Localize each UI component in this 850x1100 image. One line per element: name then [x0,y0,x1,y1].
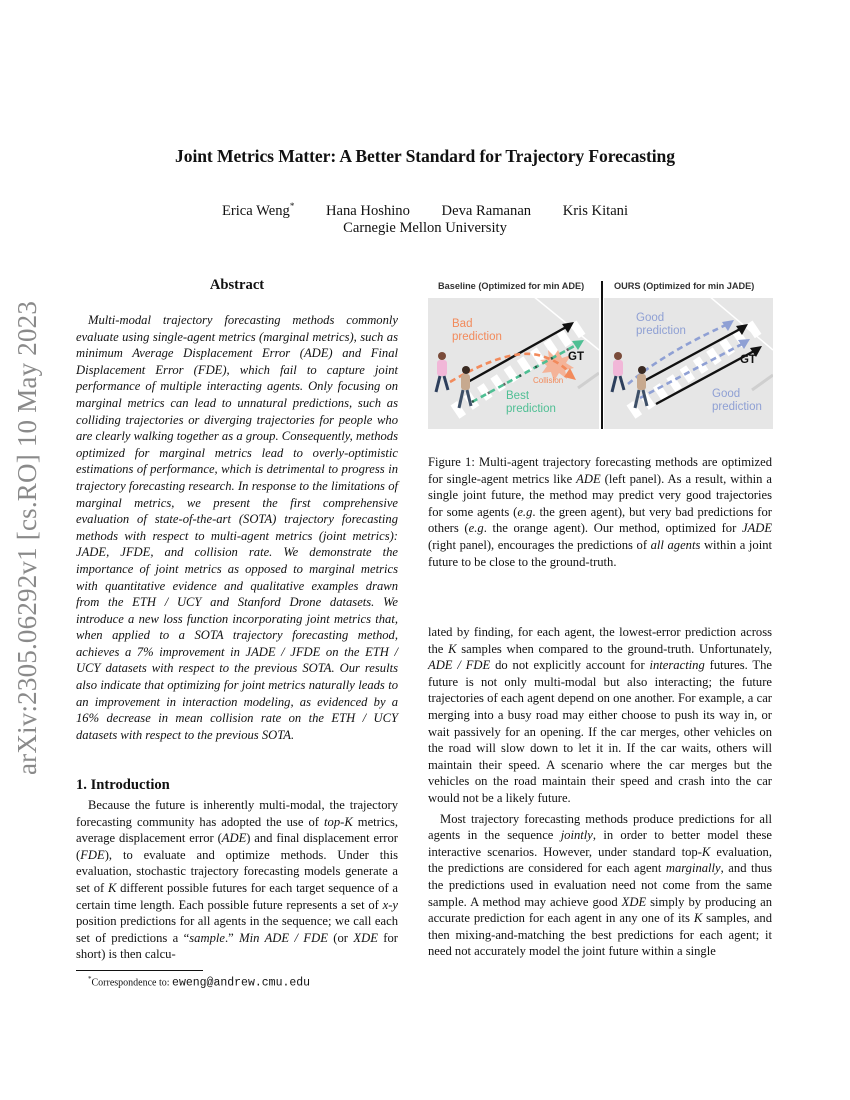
emphasis-text: sample [189,930,225,945]
emphasis-text: FDE [80,847,105,862]
emphasis-text: x-y [382,897,398,912]
good-prediction-label-top: Good prediction [636,312,686,337]
emphasis-text: K [448,641,457,656]
panel-title-ours: OURS (Optimized for min JADE) [614,281,755,291]
figure-1: Baseline (Optimized for min ADE) OURS (O… [428,281,773,429]
best-prediction-label: Best prediction [506,390,556,415]
caption-text: Figure 1: Multi-agent trajectory forecas… [428,454,772,570]
emphasis-text: e.g [517,504,533,519]
ours-panel: Good prediction GT Good prediction [604,298,773,429]
affiliation: Carnegie Mellon University [343,220,507,236]
emphasis-text: jointly [560,828,593,843]
body-text: do not explicitly account for [490,658,650,673]
emphasis-text: top-K [324,814,353,829]
emphasis-text: interacting [649,658,705,673]
emphasis-text: ADE [576,471,601,486]
emphasis-text: XDE [353,930,378,945]
body-text: .” [224,930,240,945]
figure-caption: Figure 1: Multi-agent trajectory forecas… [428,454,772,570]
emphasis-text: ADE [221,831,247,846]
pedestrian-pink-icon [434,352,450,393]
introduction-body-right: lated by finding, for each agent, the lo… [428,624,772,960]
author-name: Deva Ramanan [441,202,532,219]
body-text: samples when compared to the ground-trut… [456,641,772,656]
abstract-text: Multi-modal trajectory forecasting metho… [76,313,398,742]
good-prediction-label-bottom: Good prediction [712,388,762,413]
body-text: (right panel), encourages the prediction… [428,537,651,552]
abstract-heading: Abstract [209,277,265,293]
intro-paragraph: lated by finding, for each agent, the lo… [428,624,772,807]
bad-prediction-label: Bad prediction [452,318,502,343]
panel-title-baseline: Baseline (Optimized for min ADE) [438,281,585,291]
arrowhead-icon [572,340,584,350]
arxiv-stamp: arXiv:2305.06292v1 [cs.RO] 10 May 2023 [12,300,42,775]
pedestrian-pink-icon [610,352,626,393]
body-text: different possible futures for each targ… [76,880,398,912]
emphasis-text: K [693,911,703,926]
introduction-body-left: Because the future is inherently multi-m… [76,797,398,963]
author-name: Kris Kitani [562,202,629,219]
emphasis-text: e.g [468,521,484,536]
emphasis-text: all agents [650,537,701,552]
emphasis-text: ADE / FDE [428,658,491,673]
pedestrian-tan-icon [633,366,649,409]
footnote: *Correspondence to: eweng@andrew.cmu.edu [88,975,310,989]
body-text: futures. The future is not only multi-mo… [428,658,772,805]
footnote-mark: * [289,201,295,211]
body-text: . the orange agent). Our method, optimiz… [483,521,742,536]
author-name: Hana Hoshino [325,202,410,219]
section-heading-introduction: 1. Introduction [76,777,170,793]
panel-divider [601,281,603,429]
author-list: Erica Weng* Hana Hoshino Deva Ramanan Kr… [0,201,850,220]
gt-label: GT [568,351,584,363]
footnote-divider [76,970,203,971]
emphasis-text: XDE [621,894,647,909]
footnote-label: Correspondence to: [91,977,173,989]
baseline-panel: Bad prediction GT Collision Best predict… [428,298,599,429]
pedestrian-tan-icon [457,366,473,409]
gt-label: GT [740,354,756,366]
collision-label: Collision [533,376,564,385]
email-link[interactable]: eweng@andrew.cmu.edu [172,976,310,989]
author-name: Erica Weng* [221,201,295,219]
body-text: (or [327,930,354,945]
intro-paragraph: Because the future is inherently multi-m… [76,797,398,963]
paper-title: Joint Metrics Matter: A Better Standard … [175,146,675,166]
intro-paragraph: Most trajectory forecasting methods prod… [428,811,772,960]
emphasis-text: marginally [665,861,721,876]
abstract-body: Multi-modal trajectory forecasting metho… [76,312,398,743]
emphasis-text: JADE [741,521,773,536]
emphasis-text: Min ADE / FDE [239,930,328,945]
